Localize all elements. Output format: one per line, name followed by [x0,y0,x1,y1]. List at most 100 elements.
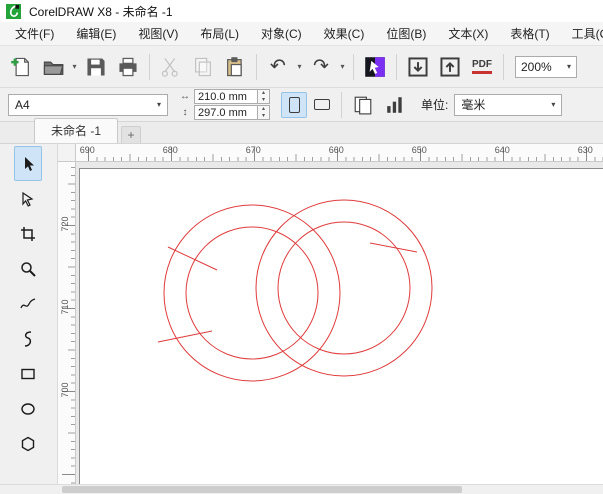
pdf-icon: PDF [472,59,492,74]
undo-dropdown-caret[interactable]: ▾ [294,52,305,82]
units-combobox[interactable]: 毫米 ▾ [454,93,563,116]
ruler-ticks [62,162,75,484]
open-button[interactable] [38,52,68,82]
ruler-label: 650 [411,145,427,155]
zoom-level-value: 200% [521,59,552,74]
launcher-icon [364,56,386,78]
ellipse-tool-icon [20,401,36,417]
shape-tool-icon [20,191,36,207]
toolbar-separator [503,53,504,80]
import-button[interactable] [403,52,433,82]
crop-tool-icon [20,226,36,242]
ruler-label: 670 [245,145,261,155]
curve-tool-icon [20,330,36,347]
zoom-tool[interactable] [14,251,42,286]
stepper-down-icon[interactable]: ▾ [258,97,269,104]
zoom-level-combobox[interactable]: 200% ▾ [515,55,577,78]
cut-button [156,52,186,82]
ruler-row: 690 680 670 660 650 640 630 [58,144,603,162]
copy-button [188,52,218,82]
all-pages-button[interactable] [348,90,378,120]
search-content-button[interactable] [360,52,390,82]
toolbar-separator [149,53,150,80]
toolbar-separator [396,53,397,80]
page-width-field[interactable]: 210.0 mm [194,89,258,104]
polygon-tool[interactable] [14,426,42,461]
stepper-down-icon[interactable]: ▾ [258,113,269,120]
menu-tools[interactable]: 工具(O) [561,22,603,45]
work-area: 690 680 670 660 650 640 630 720 710 700 [58,144,603,484]
property-bar: A4 ▾ ↔ 210.0 mm ▴ ▾ ↕ 297.0 mm ▴ ▾ 单位: 毫… [0,88,603,122]
canvas[interactable] [76,162,603,484]
export-button[interactable] [435,52,465,82]
freehand-tool-icon [20,296,36,312]
ruler-label: 660 [328,145,344,155]
curve-tool[interactable] [14,321,42,356]
landscape-orientation-button[interactable] [309,92,335,118]
app-window: CorelDRAW X8 - 未命名 -1 文件(F) 编辑(E) 视图(V) … [0,0,603,494]
pick-tool[interactable] [14,146,42,181]
paste-button[interactable] [220,52,250,82]
menu-layout[interactable]: 布局(L) [189,22,250,45]
menu-effects[interactable]: 效果(C) [313,22,376,45]
redo-button[interactable]: ↷ [306,52,336,82]
canvas-row: 720 710 700 [58,162,603,484]
publish-pdf-button[interactable]: PDF [467,52,497,82]
menu-file[interactable]: 文件(F) [4,22,65,45]
undo-button[interactable]: ↶ [263,52,293,82]
ruler-label: 710 [60,299,70,315]
redo-dropdown-caret[interactable]: ▾ [337,52,348,82]
units-label: 单位: [421,98,449,112]
page-dimensions-group: ↔ 210.0 mm ▴ ▾ ↕ 297.0 mm ▴ ▾ [178,89,270,120]
ruler-label: 630 [577,145,593,155]
scrollbar-thumb[interactable] [62,486,462,493]
vertical-ruler[interactable]: 720 710 700 [58,162,76,484]
current-page-button[interactable] [380,90,410,120]
horizontal-scrollbar[interactable] [0,484,603,494]
page-height-field[interactable]: 297.0 mm [194,105,258,120]
menu-table[interactable]: 表格(T) [499,22,560,45]
page-height-stepper[interactable]: ▴ ▾ [258,105,270,120]
ellipse-tool[interactable] [14,391,42,426]
new-document-button[interactable] [6,52,36,82]
page-width-stepper[interactable]: ▴ ▾ [258,89,270,104]
units-value: 毫米 [461,98,486,112]
ruler-label: 720 [60,216,70,232]
chevron-down-icon: ▾ [566,62,571,71]
horizontal-ruler[interactable]: 690 680 670 660 650 640 630 [76,144,603,162]
ruler-label: 690 [79,145,95,155]
menu-object[interactable]: 对象(C) [250,22,313,45]
open-folder-icon [42,56,64,78]
toolbar-separator [256,53,257,80]
title-bar: CorelDRAW X8 - 未命名 -1 [0,0,603,22]
save-button[interactable] [81,52,111,82]
rectangle-tool[interactable] [14,356,42,391]
save-icon [85,56,107,78]
open-dropdown-caret[interactable]: ▾ [69,52,80,82]
portrait-icon [288,96,300,113]
rectangle-tool-icon [20,366,36,382]
crop-tool[interactable] [14,216,42,251]
print-button[interactable] [113,52,143,82]
new-tab-button[interactable]: + [121,126,142,143]
bar-chart-icon [385,95,405,115]
pages-icon [353,95,373,115]
menu-bitmaps[interactable]: 位图(B) [375,22,437,45]
document-tab-bar: 未命名 -1 + [0,118,603,144]
main-area: 690 680 670 660 650 640 630 720 710 700 [0,144,603,484]
freehand-tool[interactable] [14,286,42,321]
standard-toolbar: ▾ ↶ ▾ ↷ ▾ PDF 200% ▾ [0,46,603,88]
page-size-combobox[interactable]: A4 ▾ [8,93,168,116]
coreldraw-logo-icon [6,3,21,19]
menu-edit[interactable]: 编辑(E) [65,22,127,45]
portrait-orientation-button[interactable] [281,91,307,118]
new-document-icon [10,56,32,78]
document-tab[interactable]: 未命名 -1 [34,118,119,143]
menu-text[interactable]: 文本(X) [437,22,499,45]
ruler-label: 680 [162,145,178,155]
page-size-value: A4 [15,97,30,112]
menu-view[interactable]: 视图(V) [127,22,189,45]
page-width-icon: ↔ [180,91,190,102]
menu-bar: 文件(F) 编辑(E) 视图(V) 布局(L) 对象(C) 效果(C) 位图(B… [0,22,603,46]
shape-tool[interactable] [14,181,42,216]
